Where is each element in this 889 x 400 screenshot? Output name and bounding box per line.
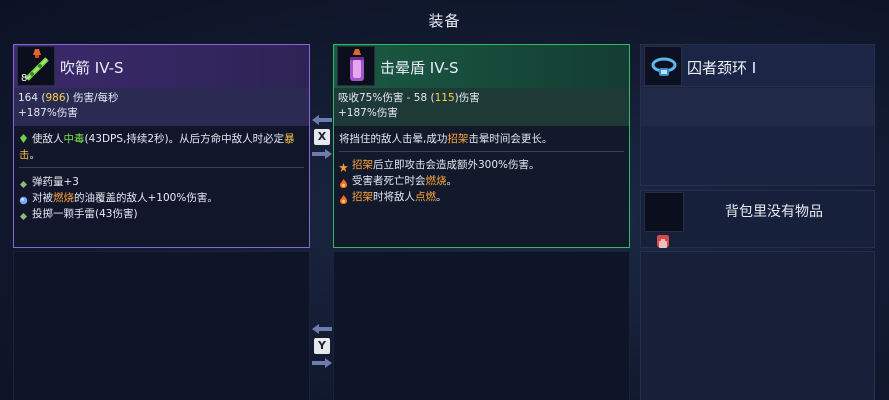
weapon-1-description: 使敌人中毒(43DPS,持续2秒)。从后方命中敌人时必定暴击。: [19, 132, 295, 161]
modifier-row: 投掷一颗手雷(43伤害): [19, 206, 304, 222]
key-y-icon: Y: [314, 338, 330, 354]
backpack-icon: [657, 235, 669, 248]
weapon-1-modifiers: 弹药量+3 对被 燃烧 的油覆盖的敌人+100%伤害。 投掷一颗手雷(43伤害): [19, 174, 304, 222]
skill-slot-2-empty[interactable]: [333, 251, 630, 400]
divider: [19, 167, 304, 168]
flame-icon: [339, 177, 348, 188]
weapon-1-damage-bonus: +187%伤害: [18, 107, 78, 119]
arrow-left-icon: [312, 324, 332, 334]
weapon-1-header: 8 吹箭 IV-S: [14, 45, 309, 88]
diamond-icon: [19, 210, 28, 220]
weapon-slot-1-card[interactable]: 8 吹箭 IV-S 164 (986) 伤害/每秒 +187%伤害 使敌人中毒(…: [13, 44, 310, 248]
arrow-right-icon: [312, 149, 332, 159]
backpack-item-slot[interactable]: [644, 192, 684, 232]
weapon-2-stats: 吸收75%伤害 - 58 (115)伤害 +187%伤害: [334, 88, 629, 126]
weapon-2-modifiers: 招架 后立即攻击会造成额外300%伤害。 受害者死亡时会 燃烧。 招架 时将敌人 点燃。: [339, 157, 624, 205]
backpack-slot[interactable]: 背包里没有物品: [640, 190, 875, 248]
weapon-slot-2-card[interactable]: 击晕盾 IV-S 吸收75%伤害 - 58 (115)伤害 +187%伤害 将挡…: [333, 44, 630, 248]
modifier-row: 对被 燃烧 的油覆盖的敌人+100%伤害。: [19, 190, 304, 206]
poison-icon: [19, 132, 28, 143]
arrow-right-icon: [312, 358, 332, 368]
weapon-2-name: 击晕盾 IV-S: [380, 59, 459, 77]
weapon-2-description: 将挡住的敌人击晕,成功招架击晕时间会更长。: [339, 133, 553, 145]
weapon-2-header: 击晕盾 IV-S: [334, 45, 629, 88]
modifier-row: 弹药量+3: [19, 174, 304, 190]
flame-icon: [339, 193, 348, 204]
star-icon: [339, 161, 348, 172]
weapon-1-dps-line: 164 (986) 伤害/每秒: [18, 92, 119, 104]
modifier-row: 招架 后立即攻击会造成额外300%伤害。: [339, 157, 624, 173]
divider: [339, 151, 624, 152]
backpack-empty-text: 背包里没有物品: [725, 204, 823, 220]
key-x-icon: X: [314, 129, 330, 145]
swap-weapons-top[interactable]: X: [311, 115, 333, 159]
modifier-row: 招架 时将敌人 点燃。: [339, 189, 624, 205]
amulet-slot[interactable]: 囚者颈环 I: [640, 44, 875, 87]
weapon-2-block-line: 吸收75%伤害 - 58 (115)伤害: [338, 92, 480, 104]
orb-icon: [19, 194, 28, 204]
amulet-icon: [644, 46, 682, 86]
weapon-1-stats: 164 (986) 伤害/每秒 +187%伤害: [14, 88, 309, 126]
weapon-1-name: 吹箭 IV-S: [60, 59, 124, 77]
right-lower-panel: [640, 251, 875, 400]
diamond-icon: [19, 178, 28, 188]
swap-weapons-bottom[interactable]: Y: [311, 324, 333, 368]
blowgun-icon: 8: [17, 46, 55, 86]
weapon-2-damage-bonus: +187%伤害: [338, 107, 398, 119]
modifier-row: 受害者死亡时会 燃烧。: [339, 173, 624, 189]
arrow-left-icon: [312, 115, 332, 125]
amulet-name: 囚者颈环 I: [687, 59, 757, 77]
skill-slot-1-empty[interactable]: [13, 251, 310, 400]
amulet-stat-band: [641, 88, 874, 126]
screen-title: 装备: [428, 12, 461, 30]
shield-icon: [337, 46, 375, 86]
weapon-level-badge: 8: [21, 73, 28, 84]
